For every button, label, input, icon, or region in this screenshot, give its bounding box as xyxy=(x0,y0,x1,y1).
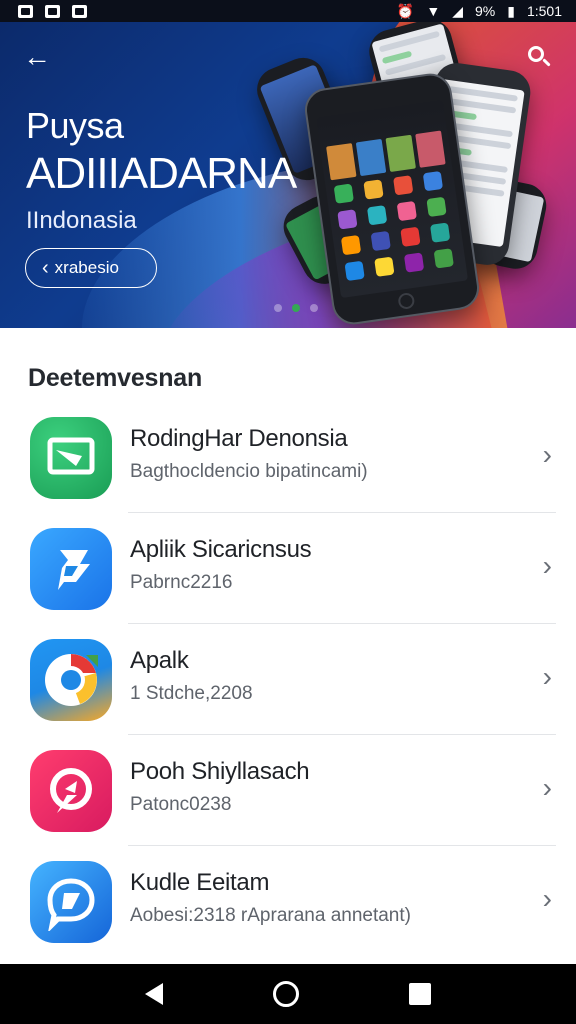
nav-home-icon[interactable] xyxy=(273,981,299,1007)
chevron-right-icon: › xyxy=(542,772,552,803)
chevron-right-icon: › xyxy=(542,550,552,581)
main-content: Deetemvesnan RodingHar Denonsia Bagthocl… xyxy=(0,328,576,964)
chevron-right-icon: › xyxy=(542,661,552,692)
chevron-left-icon: ‹ xyxy=(42,257,49,279)
list-item[interactable]: Apalk 1 Stdche,2208 › xyxy=(0,624,576,735)
carousel-dot[interactable] xyxy=(274,304,282,312)
list-item[interactable]: Pooh Shiyllasach Patonc0238 › xyxy=(0,735,576,846)
status-bar: ⏰ ▼ ◢ 9% ▮ 1:501 xyxy=(0,0,576,22)
message-notification-icon xyxy=(45,4,60,18)
list-item-subtitle: 1 Stdche,2208 xyxy=(130,683,253,704)
signal-icon: ◢ xyxy=(452,3,463,19)
list-item[interactable]: Kudle Eeitam Aobesi:2318 rAprarana annet… xyxy=(0,846,576,957)
arrow-left-icon: ← xyxy=(23,41,51,72)
nav-back-icon[interactable] xyxy=(145,983,163,1005)
carousel-indicator[interactable] xyxy=(274,304,318,312)
list-item-subtitle: Aobesi:2318 rAprarana annetant) xyxy=(130,905,411,926)
list-item-subtitle: Patonc0238 xyxy=(130,794,232,815)
hero-banner[interactable]: ← Puysa ADIIIADARNA IIndonasia ‹ xrabesi… xyxy=(0,22,576,328)
search-button[interactable] xyxy=(526,44,554,72)
list-item-title: Kudle Eeitam xyxy=(130,869,270,896)
list-item[interactable]: RodingHar Denonsia Bagthocldencio bipati… xyxy=(0,402,576,513)
list-item-title: Apliik Sicaricnsus xyxy=(130,536,312,563)
status-system: ⏰ ▼ ◢ 9% ▮ 1:501 xyxy=(397,3,562,19)
alarm-icon: ⏰ xyxy=(396,3,415,19)
battery-icon: ▮ xyxy=(507,3,515,19)
battery-percent: 9% xyxy=(475,3,496,19)
clock: 1:501 xyxy=(526,3,562,19)
system-nav-bar xyxy=(0,964,576,1024)
photo-notification-icon xyxy=(72,4,87,18)
list-item-title: Apalk xyxy=(130,647,189,674)
hero-pill-label: xrabesio xyxy=(54,258,119,277)
section-title: Deetemvesnan xyxy=(28,364,203,392)
chevron-right-icon: › xyxy=(542,883,552,914)
chrome-icon xyxy=(30,638,112,721)
chevron-right-icon: › xyxy=(542,439,552,470)
wifi-icon: ▼ xyxy=(426,3,441,19)
status-notifications xyxy=(18,4,87,18)
list-item[interactable]: Apliik Sicaricnsus Pabrnc2216 › xyxy=(0,513,576,624)
hero-subtitle: Puysa xyxy=(26,105,124,146)
list-item-subtitle: Pabrnc2216 xyxy=(130,572,233,593)
app-list: RodingHar Denonsia Bagthocldencio bipati… xyxy=(0,402,576,957)
gallery-notification-icon xyxy=(18,4,33,18)
hero-text: Puysa ADIIIADARNA IIndonasia xyxy=(26,104,297,238)
carousel-dot-active[interactable] xyxy=(292,304,300,312)
hero-pill-button[interactable]: ‹ xrabesio xyxy=(25,248,157,288)
carousel-dot[interactable] xyxy=(310,304,318,312)
nav-recents-icon[interactable] xyxy=(409,983,431,1005)
list-item-title: RodingHar Denonsia xyxy=(130,425,348,452)
chat-icon xyxy=(30,860,112,943)
list-item-subtitle: Bagthocldencio bipatincami) xyxy=(130,461,368,482)
pin-icon xyxy=(30,749,112,832)
flag-icon xyxy=(30,527,112,610)
cast-icon xyxy=(30,416,112,499)
hero-region: IIndonasia xyxy=(26,207,137,234)
list-item-title: Pooh Shiyllasach xyxy=(130,758,310,785)
hero-title: ADIIIADARNA xyxy=(26,149,297,198)
back-button[interactable]: ← xyxy=(22,42,52,72)
